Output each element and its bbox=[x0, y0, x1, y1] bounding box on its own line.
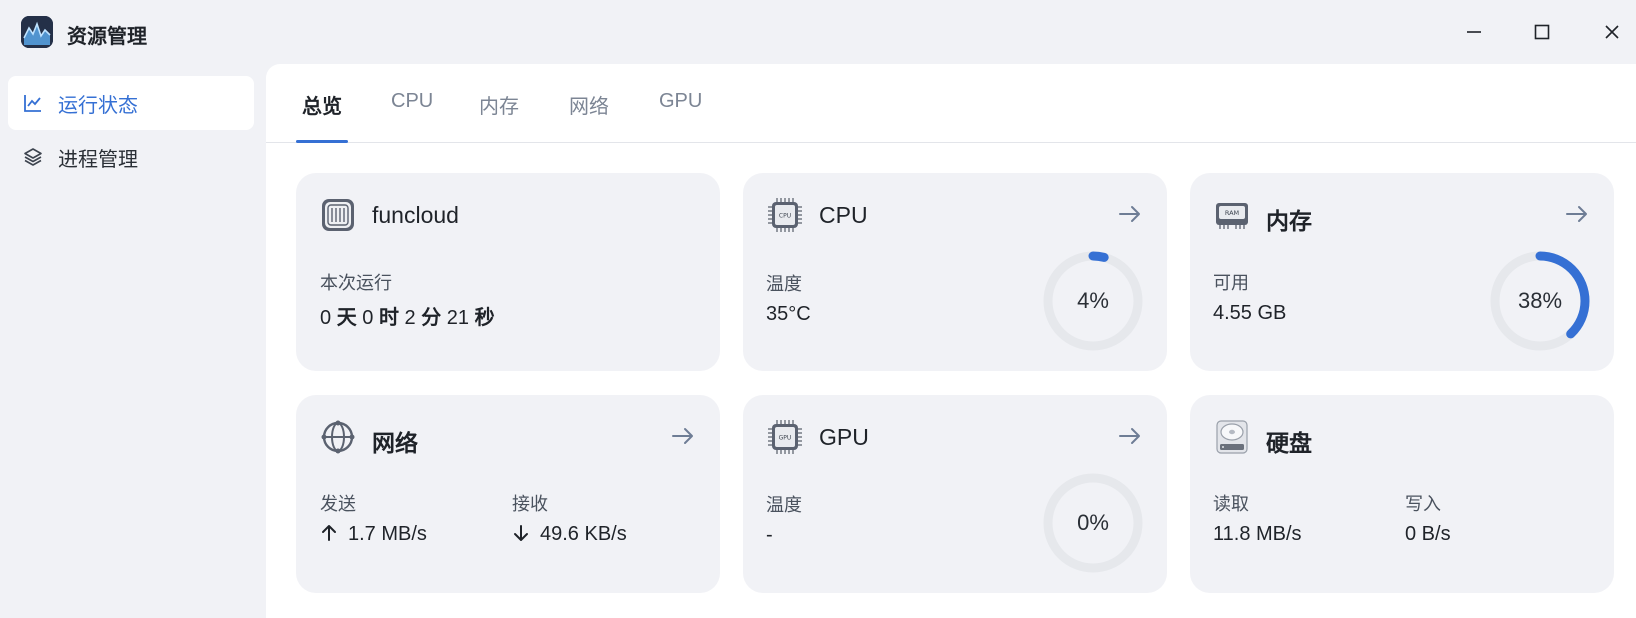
network-send-value: 1.7 MB/s bbox=[320, 523, 427, 546]
disk-read-label: 读取 bbox=[1213, 494, 1249, 514]
sidebar-item-label: 运行状态 bbox=[58, 94, 138, 117]
svg-text:CPU: CPU bbox=[779, 213, 791, 220]
disk-title: 硬盘 bbox=[1266, 430, 1312, 456]
svg-text:GPU: GPU bbox=[779, 435, 792, 442]
arrow-right-icon[interactable] bbox=[1117, 201, 1143, 227]
network-send-label: 发送 bbox=[320, 494, 356, 514]
cpu-temp-value: 35°C bbox=[766, 303, 811, 325]
sidebar-item-label: 进程管理 bbox=[58, 148, 138, 171]
gpu-temp-value: - bbox=[766, 524, 773, 546]
memory-available-label: 可用 bbox=[1213, 273, 1249, 293]
network-receive-value: 49.6 KB/s bbox=[512, 523, 627, 546]
arrow-right-icon[interactable] bbox=[670, 423, 696, 449]
gpu-usage-text: 0% bbox=[1077, 510, 1109, 535]
disk-write-value: 0 B/s bbox=[1405, 523, 1451, 545]
window-title: 资源管理 bbox=[67, 26, 147, 48]
network-receive-label: 接收 bbox=[512, 494, 548, 514]
globe-icon bbox=[320, 419, 356, 455]
active-tab-indicator bbox=[296, 140, 348, 143]
tab-network[interactable]: 网络 bbox=[569, 90, 609, 143]
uptime-label: 本次运行 bbox=[320, 273, 392, 293]
system-name: funcloud bbox=[372, 202, 459, 228]
disk-card: 硬盘 读取 11.8 MB/s 写入 0 B/s bbox=[1190, 395, 1614, 593]
minimize-icon bbox=[1467, 31, 1481, 33]
memory-card[interactable]: RAM 内存 可用 4.55 GB 38% bbox=[1190, 173, 1614, 371]
tab-bar: 总览 CPU 内存 网络 GPU bbox=[266, 64, 1636, 143]
cpu-temp-label: 温度 bbox=[766, 274, 802, 294]
cpu-title: CPU bbox=[819, 202, 868, 228]
gpu-chip-icon: GPU bbox=[767, 419, 803, 455]
gpu-temp-label: 温度 bbox=[766, 495, 802, 515]
server-icon bbox=[320, 197, 356, 233]
arrow-right-icon[interactable] bbox=[1564, 201, 1590, 227]
ram-icon: RAM bbox=[1214, 197, 1250, 233]
minimize-button[interactable] bbox=[1454, 16, 1494, 48]
svg-text:RAM: RAM bbox=[1225, 209, 1239, 217]
cpu-card[interactable]: CPU CPU 温度 35°C 4% bbox=[743, 173, 1167, 371]
sidebar: 运行状态 进程管理 bbox=[0, 64, 266, 618]
sidebar-item-process[interactable]: 进程管理 bbox=[8, 130, 254, 184]
uptime-value: 0 天 0 时 2 分 21 秒 bbox=[320, 307, 495, 329]
memory-title: 内存 bbox=[1266, 208, 1312, 234]
cpu-usage-text: 4% bbox=[1077, 288, 1109, 313]
app-monitor-icon bbox=[21, 16, 53, 48]
tab-cpu[interactable]: CPU bbox=[391, 90, 433, 143]
system-card: funcloud 本次运行 0 天 0 时 2 分 21 秒 bbox=[296, 173, 720, 371]
arrow-down-icon bbox=[512, 523, 530, 546]
network-card[interactable]: 网络 发送 1.7 MB/s 接收 49.6 KB/s bbox=[296, 395, 720, 593]
maximize-button[interactable] bbox=[1522, 16, 1562, 48]
arrow-right-icon[interactable] bbox=[1117, 423, 1143, 449]
memory-usage-gauge: 38% bbox=[1488, 249, 1592, 353]
title-bar: 资源管理 bbox=[0, 0, 1636, 64]
network-title: 网络 bbox=[372, 430, 418, 456]
gpu-title: GPU bbox=[819, 424, 869, 450]
maximize-icon bbox=[1534, 24, 1550, 40]
tab-overview[interactable]: 总览 bbox=[302, 90, 342, 143]
main-panel: 总览 CPU 内存 网络 GPU funcloud 本次运行 0 天 0 时 2… bbox=[266, 64, 1636, 618]
sidebar-item-run-status[interactable]: 运行状态 bbox=[8, 76, 254, 130]
disk-read-value: 11.8 MB/s bbox=[1213, 523, 1302, 545]
memory-available-value: 4.55 GB bbox=[1213, 302, 1287, 324]
cpu-usage-gauge: 4% bbox=[1041, 249, 1145, 353]
arrow-up-icon bbox=[320, 523, 338, 546]
hard-disk-icon bbox=[1214, 419, 1250, 455]
disk-write-label: 写入 bbox=[1405, 494, 1441, 514]
layers-icon bbox=[22, 146, 44, 168]
gpu-card[interactable]: GPU GPU 温度 - 0% bbox=[743, 395, 1167, 593]
close-icon bbox=[1605, 25, 1619, 39]
tab-memory[interactable]: 内存 bbox=[479, 90, 519, 143]
cpu-chip-icon: CPU bbox=[767, 197, 803, 233]
memory-usage-text: 38% bbox=[1517, 288, 1563, 313]
tab-gpu[interactable]: GPU bbox=[659, 90, 702, 143]
close-button[interactable] bbox=[1592, 16, 1632, 48]
gpu-usage-gauge: 0% bbox=[1041, 471, 1145, 575]
line-chart-icon bbox=[22, 92, 44, 114]
